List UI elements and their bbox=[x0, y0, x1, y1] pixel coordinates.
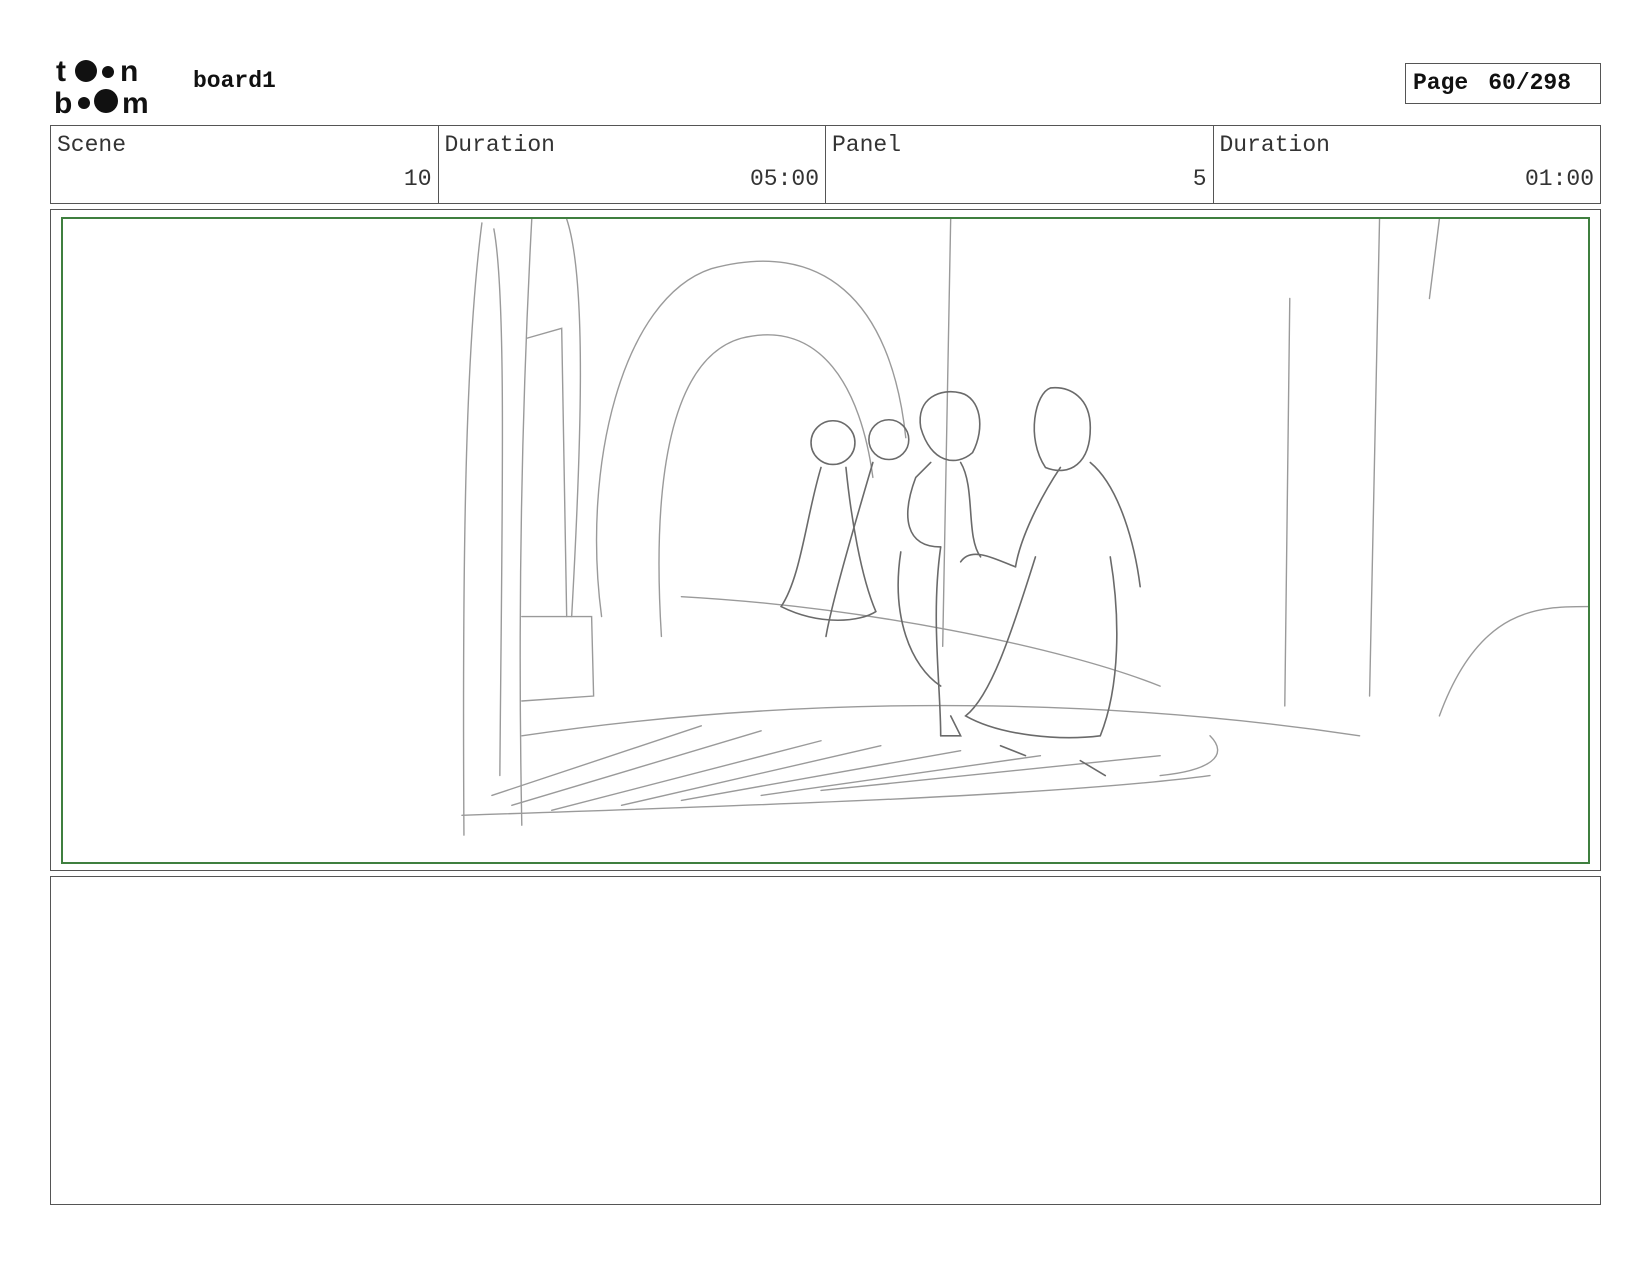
panel-duration-label: Duration bbox=[1219, 132, 1330, 158]
panel-duration-cell: Duration 01:00 bbox=[1214, 126, 1601, 203]
svg-text:t: t bbox=[56, 55, 66, 88]
svg-text:m: m bbox=[122, 87, 149, 115]
panel-notes-box bbox=[50, 876, 1601, 1205]
panel-info-row: Scene 10 Duration 05:00 Panel 5 Duration… bbox=[50, 125, 1601, 204]
panel-label: Panel bbox=[832, 132, 902, 158]
panel-safe-area bbox=[61, 217, 1590, 864]
svg-text:b: b bbox=[54, 87, 72, 115]
scene-duration-cell: Duration 05:00 bbox=[439, 126, 826, 203]
page-indicator: Page 60/298 bbox=[1405, 63, 1601, 104]
scene-cell: Scene 10 bbox=[51, 126, 439, 203]
svg-text:n: n bbox=[120, 55, 138, 88]
scene-value: 10 bbox=[403, 166, 432, 192]
toonboom-logo-icon: t n b m bbox=[54, 55, 170, 120]
panel-duration-value: 01:00 bbox=[1524, 166, 1594, 192]
page-label: Page bbox=[1413, 70, 1469, 96]
board-name: board1 bbox=[193, 68, 276, 94]
panel-cell: Panel 5 bbox=[826, 126, 1214, 203]
panel-value: 5 bbox=[1192, 166, 1207, 192]
scene-duration-label: Duration bbox=[444, 132, 555, 158]
scene-duration-value: 05:00 bbox=[749, 166, 819, 192]
storyboard-sketch bbox=[461, 219, 1588, 836]
page-number: 60/298 bbox=[1488, 70, 1572, 96]
scene-label: Scene bbox=[57, 132, 127, 158]
